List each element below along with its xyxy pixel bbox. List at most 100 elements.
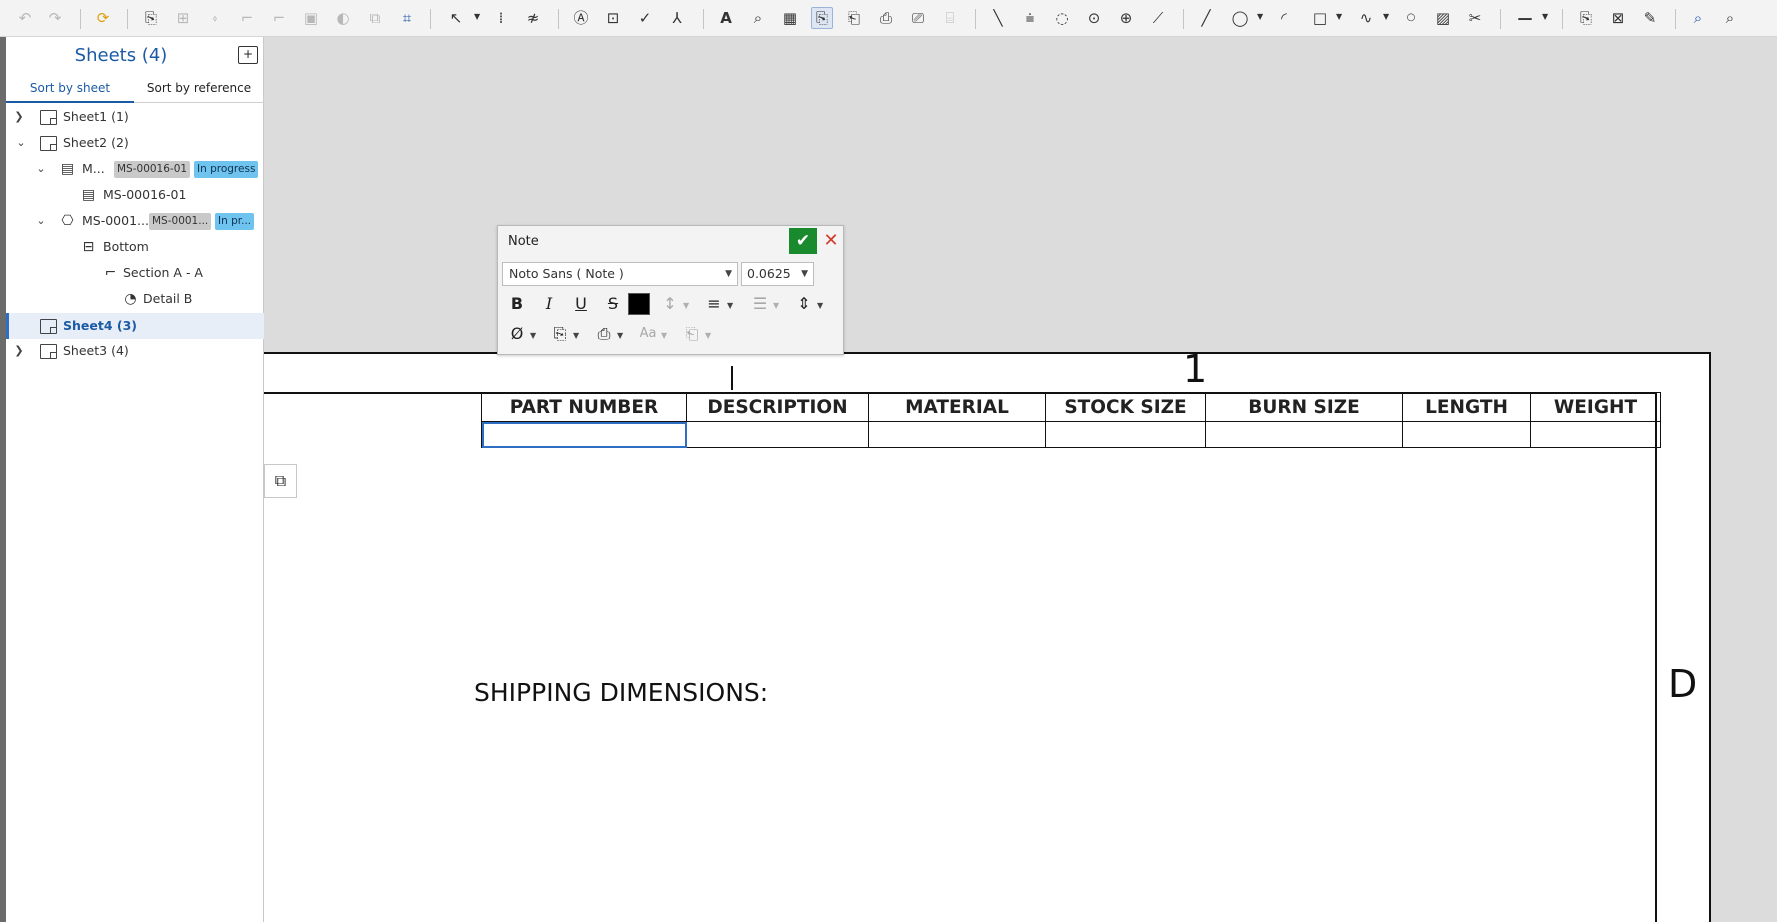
pen-icon[interactable]: ✎ <box>1639 7 1661 29</box>
vertical-align-dropdown-icon[interactable]: ▼ <box>817 301 823 310</box>
text-icon[interactable]: A <box>715 7 737 29</box>
shipping-dimensions-label[interactable]: SHIPPING DIMENSIONS: <box>474 678 768 707</box>
insert-property-icon[interactable]: ⎘ <box>548 322 572 346</box>
tree-item-view-m[interactable]: ⌄ ▤ M... MS-00016-01 In progress <box>6 156 264 182</box>
circle-icon[interactable]: ◯ <box>1229 7 1251 29</box>
vertical-align-icon[interactable]: ⇕ <box>792 292 816 316</box>
hole-table-icon[interactable]: ⎗ <box>843 7 865 29</box>
add-sheet-icon[interactable]: + <box>238 46 258 64</box>
strikethrough-icon[interactable]: S <box>601 292 625 316</box>
table-icon[interactable]: ▦ <box>779 7 801 29</box>
cell-material[interactable] <box>868 421 1046 448</box>
rectangle-icon[interactable]: □ <box>1309 7 1331 29</box>
tree-item-ms-00016-01[interactable]: ▤ MS-00016-01 <box>6 182 264 208</box>
align-dropdown-icon[interactable]: ▼ <box>727 301 733 310</box>
chevron-down-icon[interactable]: ⌄ <box>34 208 48 234</box>
tree-item-section-a-a[interactable]: ⌐ Section A - A <box>6 260 264 286</box>
cell-length[interactable] <box>1402 421 1531 448</box>
header-length[interactable]: LENGTH <box>1402 392 1531 422</box>
cell-burn-size[interactable] <box>1205 421 1403 448</box>
detail-view-icon[interactable]: ⌐ <box>268 7 290 29</box>
chevron-down-icon[interactable]: ⌄ <box>14 130 28 156</box>
center-mark-icon[interactable]: ⊕ <box>1115 7 1137 29</box>
header-part-number[interactable]: PART NUMBER <box>481 392 687 422</box>
tree-item-view-ms-0001[interactable]: ⌄ ⎔ MS-0001... MS-0001... In pr... <box>6 208 264 234</box>
bom-table[interactable]: PART NUMBER DESCRIPTION MATERIAL STOCK S… <box>481 392 1661 448</box>
undo-icon[interactable]: ↶ <box>14 7 36 29</box>
spline-icon[interactable]: ∿ <box>1355 7 1377 29</box>
bullet-list-icon[interactable]: ☰ <box>748 292 772 316</box>
redo-icon[interactable]: ↷ <box>44 7 66 29</box>
construction-line-icon[interactable]: ⟋ <box>1147 7 1169 29</box>
field-dropdown-icon[interactable]: ▼ <box>617 331 623 340</box>
line-spacing-icon[interactable]: ↕ <box>658 292 682 316</box>
tab-sort-by-sheet[interactable]: Sort by sheet <box>6 73 134 103</box>
angle-icon[interactable]: ≉ <box>522 7 544 29</box>
header-description[interactable]: DESCRIPTION <box>686 392 869 422</box>
text-color-swatch[interactable] <box>628 293 650 315</box>
header-stock-size[interactable]: STOCK SIZE <box>1045 392 1206 422</box>
bold-icon[interactable]: B <box>505 292 529 316</box>
point-icon[interactable]: ⊙ <box>1083 7 1105 29</box>
revision-table-icon[interactable]: ⎙ <box>875 7 897 29</box>
break-view-icon[interactable]: ⧉ <box>364 7 386 29</box>
underline-icon[interactable]: U <box>569 292 593 316</box>
header-material[interactable]: MATERIAL <box>868 392 1046 422</box>
confirm-button[interactable]: ✔ <box>789 228 817 254</box>
centerline-icon[interactable]: ⩧ <box>1019 7 1041 29</box>
rectangle-dropdown-icon[interactable]: ▼ <box>1336 12 1342 21</box>
tree-item-sheet2[interactable]: ⌄ Sheet2 (2) <box>6 130 264 156</box>
header-burn-size[interactable]: BURN SIZE <box>1205 392 1403 422</box>
section-view-icon[interactable]: ⌐ <box>236 7 258 29</box>
insert-field-icon[interactable]: ⎙ <box>592 322 616 346</box>
cell-part-number[interactable] <box>481 421 687 448</box>
check-icon[interactable]: ✓ <box>634 7 656 29</box>
dimension-dropdown-icon[interactable]: ▼ <box>474 12 480 21</box>
general-table-icon[interactable]: ⌸ <box>939 7 961 29</box>
search-icon[interactable]: ⌕ <box>747 7 769 29</box>
tree-item-sheet1[interactable]: ❯ Sheet1 (1) <box>6 104 264 130</box>
paste-format-icon[interactable]: ⎗ <box>680 322 704 346</box>
insert-image-icon[interactable]: ⊠ <box>1607 7 1629 29</box>
sketch-point-icon[interactable]: ○ <box>1400 7 1422 29</box>
text-case-icon[interactable]: Aa <box>636 322 660 346</box>
property-dropdown-icon[interactable]: ▼ <box>573 331 579 340</box>
line-style-dropdown-icon[interactable]: ▼ <box>1542 12 1548 21</box>
line-style-icon[interactable]: — <box>1514 7 1536 29</box>
tree-item-bottom[interactable]: ⊟ Bottom <box>6 234 264 260</box>
copy-view-icon[interactable]: ⧉ <box>264 464 297 498</box>
sketch-line-icon[interactable]: ╱ <box>1195 7 1217 29</box>
spline-dropdown-icon[interactable]: ▼ <box>1383 12 1389 21</box>
header-weight[interactable]: WEIGHT <box>1530 392 1661 422</box>
note-icon[interactable]: Ⓐ <box>570 7 592 29</box>
dimension-icon[interactable]: ↖ <box>445 7 467 29</box>
projected-view-icon[interactable]: ⊞ <box>172 7 194 29</box>
circle-centerline-icon[interactable]: ◌ <box>1051 7 1073 29</box>
italic-icon[interactable]: I <box>537 292 561 316</box>
align-left-icon[interactable]: ≡ <box>702 292 726 316</box>
cell-description[interactable] <box>686 421 869 448</box>
tree-item-sheet3[interactable]: ❯ Sheet3 (4) <box>6 338 264 364</box>
alternate-view-icon[interactable]: ◐ <box>332 7 354 29</box>
balloon-icon[interactable]: ⅄ <box>666 7 688 29</box>
font-select[interactable]: Noto Sans ( Note ) ▼ <box>502 262 738 286</box>
broken-view-icon[interactable]: ▣ <box>300 7 322 29</box>
hatch-icon[interactable]: ▨ <box>1432 7 1454 29</box>
tree-item-sheet4[interactable]: Sheet4 (3) <box>6 313 264 339</box>
chevron-right-icon[interactable]: ❯ <box>12 338 26 364</box>
chevron-right-icon[interactable]: ❯ <box>12 104 26 130</box>
datum-icon[interactable]: ⊡ <box>602 7 624 29</box>
inspection-table-icon[interactable]: ⎚ <box>907 7 929 29</box>
bom-table-icon[interactable]: ⎘ <box>811 7 833 29</box>
text-size-select[interactable]: 0.0625 ▼ <box>741 262 814 286</box>
line-icon[interactable]: ╲ <box>987 7 1009 29</box>
symbol-dropdown-icon[interactable]: ▼ <box>530 331 536 340</box>
ordinate-icon[interactable]: ⁞ <box>490 7 512 29</box>
auxiliary-view-icon[interactable]: ⬫ <box>204 7 226 29</box>
export-dxf-icon[interactable]: ⎘ <box>1575 7 1597 29</box>
trim-icon[interactable]: ✂ <box>1464 7 1486 29</box>
chevron-down-icon[interactable]: ⌄ <box>34 156 48 182</box>
update-icon[interactable]: ⟳ <box>92 7 114 29</box>
cell-weight[interactable] <box>1530 421 1661 448</box>
search-zoom-icon[interactable]: ⌕ <box>1719 7 1741 29</box>
